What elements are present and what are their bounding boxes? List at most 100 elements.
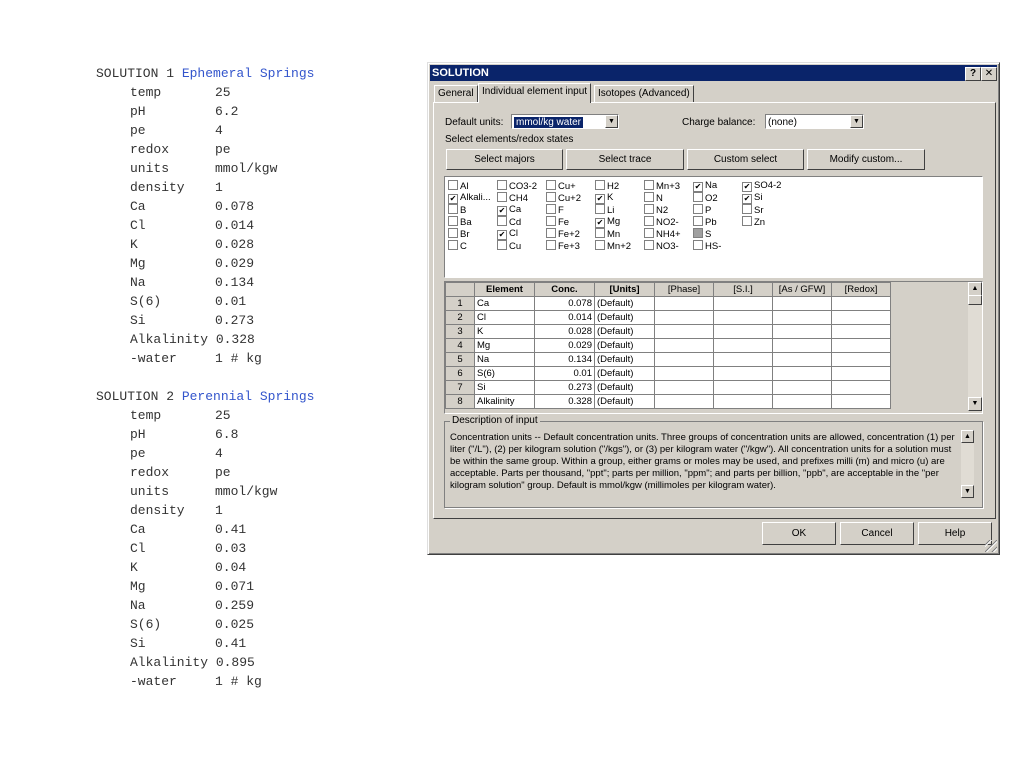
checkbox-icon[interactable] <box>595 240 605 250</box>
checkbox-icon[interactable] <box>595 228 605 238</box>
table-cell[interactable]: Cl <box>474 310 535 325</box>
table-cell[interactable] <box>713 310 773 325</box>
table-cell[interactable] <box>772 310 832 325</box>
column-header[interactable]: Element <box>474 282 535 297</box>
element-checkbox[interactable]: ✔ Na <box>693 180 717 192</box>
scroll-down-icon[interactable]: ▼ <box>961 485 974 498</box>
table-cell[interactable]: Mg <box>474 338 535 353</box>
default-units-select[interactable]: mmol/kg water ▼ <box>511 114 619 129</box>
table-cell[interactable]: (Default) <box>594 310 655 325</box>
column-header[interactable]: [Units] <box>594 282 655 297</box>
table-cell[interactable]: Alkalinity <box>474 394 535 409</box>
element-checkbox[interactable]: B <box>448 204 466 216</box>
element-checkbox[interactable]: Br <box>448 228 470 240</box>
element-checkbox[interactable]: C <box>448 240 467 252</box>
scroll-up-icon[interactable]: ▲ <box>961 430 974 443</box>
checkmark-icon[interactable]: ✔ <box>595 194 605 204</box>
table-cell[interactable]: K <box>474 324 535 339</box>
chevron-down-icon[interactable]: ▼ <box>605 115 618 128</box>
table-cell[interactable] <box>654 380 714 395</box>
table-cell[interactable]: 0.014 <box>534 310 595 325</box>
element-checkbox[interactable]: ✔ Mg <box>595 216 620 228</box>
checkbox-icon[interactable] <box>693 204 703 214</box>
table-cell[interactable] <box>831 310 891 325</box>
element-checkbox[interactable]: ✔ Si <box>742 192 762 204</box>
table-cell[interactable] <box>772 296 832 311</box>
table-cell[interactable]: (Default) <box>594 296 655 311</box>
element-checkbox[interactable]: Cu <box>497 240 521 252</box>
checkbox-icon[interactable] <box>546 192 556 202</box>
element-checkbox[interactable]: NO3- <box>644 240 679 252</box>
checkbox-icon[interactable] <box>448 240 458 250</box>
table-cell[interactable] <box>654 338 714 353</box>
scroll-up-icon[interactable]: ▲ <box>968 282 982 296</box>
element-checkbox[interactable]: F <box>546 204 564 216</box>
table-cell[interactable]: Ca <box>474 296 535 311</box>
table-cell[interactable] <box>831 394 891 409</box>
charge-balance-select[interactable]: (none) ▼ <box>765 114 864 129</box>
checkbox-icon[interactable] <box>644 180 654 190</box>
grid-scrollbar[interactable]: ▲ ▼ <box>968 282 982 411</box>
checkbox-icon[interactable] <box>644 216 654 226</box>
column-header[interactable]: [Phase] <box>654 282 714 297</box>
table-row[interactable]: 1 Ca 0.078 (Default) <box>445 296 891 311</box>
title-bar[interactable]: SOLUTION ? ✕ <box>430 65 997 81</box>
checkbox-icon[interactable] <box>497 240 507 250</box>
element-checkbox[interactable]: Fe <box>546 216 569 228</box>
select-trace-button[interactable]: Select trace <box>566 149 684 170</box>
element-checkbox[interactable]: NH4+ <box>644 228 681 240</box>
table-cell[interactable] <box>713 324 773 339</box>
table-cell[interactable] <box>713 380 773 395</box>
checkbox-icon[interactable] <box>595 180 605 190</box>
table-cell[interactable]: (Default) <box>594 366 655 381</box>
column-header[interactable]: [As / GFW] <box>772 282 832 297</box>
table-cell[interactable]: (Default) <box>594 338 655 353</box>
checkbox-icon[interactable] <box>742 204 752 214</box>
checkbox-icon[interactable] <box>448 228 458 238</box>
cancel-button[interactable]: Cancel <box>840 522 914 545</box>
table-cell[interactable] <box>654 366 714 381</box>
table-cell[interactable]: 0.029 <box>534 338 595 353</box>
checkbox-icon[interactable] <box>693 240 703 250</box>
checkbox-icon[interactable] <box>693 228 703 238</box>
table-cell[interactable] <box>831 352 891 367</box>
element-checkbox[interactable]: ✔ Alkali... <box>448 192 491 204</box>
table-cell[interactable] <box>831 338 891 353</box>
modify-custom-button[interactable]: Modify custom... <box>807 149 925 170</box>
table-cell[interactable] <box>772 380 832 395</box>
table-row[interactable]: 6 S(6) 0.01 (Default) <box>445 366 891 381</box>
scroll-down-icon[interactable]: ▼ <box>968 397 982 411</box>
table-cell[interactable] <box>831 324 891 339</box>
element-checkbox[interactable]: ✔ K <box>595 192 613 204</box>
checkbox-icon[interactable] <box>693 192 703 202</box>
table-cell[interactable] <box>713 366 773 381</box>
table-cell[interactable] <box>772 352 832 367</box>
element-checkbox[interactable]: NO2- <box>644 216 679 228</box>
chevron-down-icon[interactable]: ▼ <box>850 115 863 128</box>
element-checkbox[interactable]: Mn+2 <box>595 240 631 252</box>
element-checkbox[interactable]: O2 <box>693 192 718 204</box>
checkbox-icon[interactable] <box>497 192 507 202</box>
element-checkbox[interactable]: CO3-2 <box>497 180 537 192</box>
checkbox-icon[interactable] <box>595 204 605 214</box>
table-cell[interactable]: 0.078 <box>534 296 595 311</box>
table-cell[interactable]: 0.328 <box>534 394 595 409</box>
element-checkbox[interactable]: Li <box>595 204 614 216</box>
element-checkbox[interactable]: Mn <box>595 228 620 240</box>
table-cell[interactable] <box>772 366 832 381</box>
table-cell[interactable] <box>713 394 773 409</box>
table-cell[interactable]: 0.134 <box>534 352 595 367</box>
tab-individual-element-input[interactable]: Individual element input <box>478 83 592 103</box>
checkbox-icon[interactable] <box>742 216 752 226</box>
column-header[interactable]: [S.I.] <box>713 282 773 297</box>
element-checkbox[interactable]: CH4 <box>497 192 528 204</box>
table-cell[interactable]: Na <box>474 352 535 367</box>
table-row[interactable]: 8 Alkalinity 0.328 (Default) <box>445 394 891 409</box>
table-cell[interactable] <box>772 338 832 353</box>
table-cell[interactable] <box>772 324 832 339</box>
table-cell[interactable]: Si <box>474 380 535 395</box>
custom-select-button[interactable]: Custom select <box>687 149 804 170</box>
checkbox-icon[interactable] <box>644 240 654 250</box>
element-checkbox[interactable]: Fe+3 <box>546 240 580 252</box>
table-row[interactable]: 4 Mg 0.029 (Default) <box>445 338 891 353</box>
